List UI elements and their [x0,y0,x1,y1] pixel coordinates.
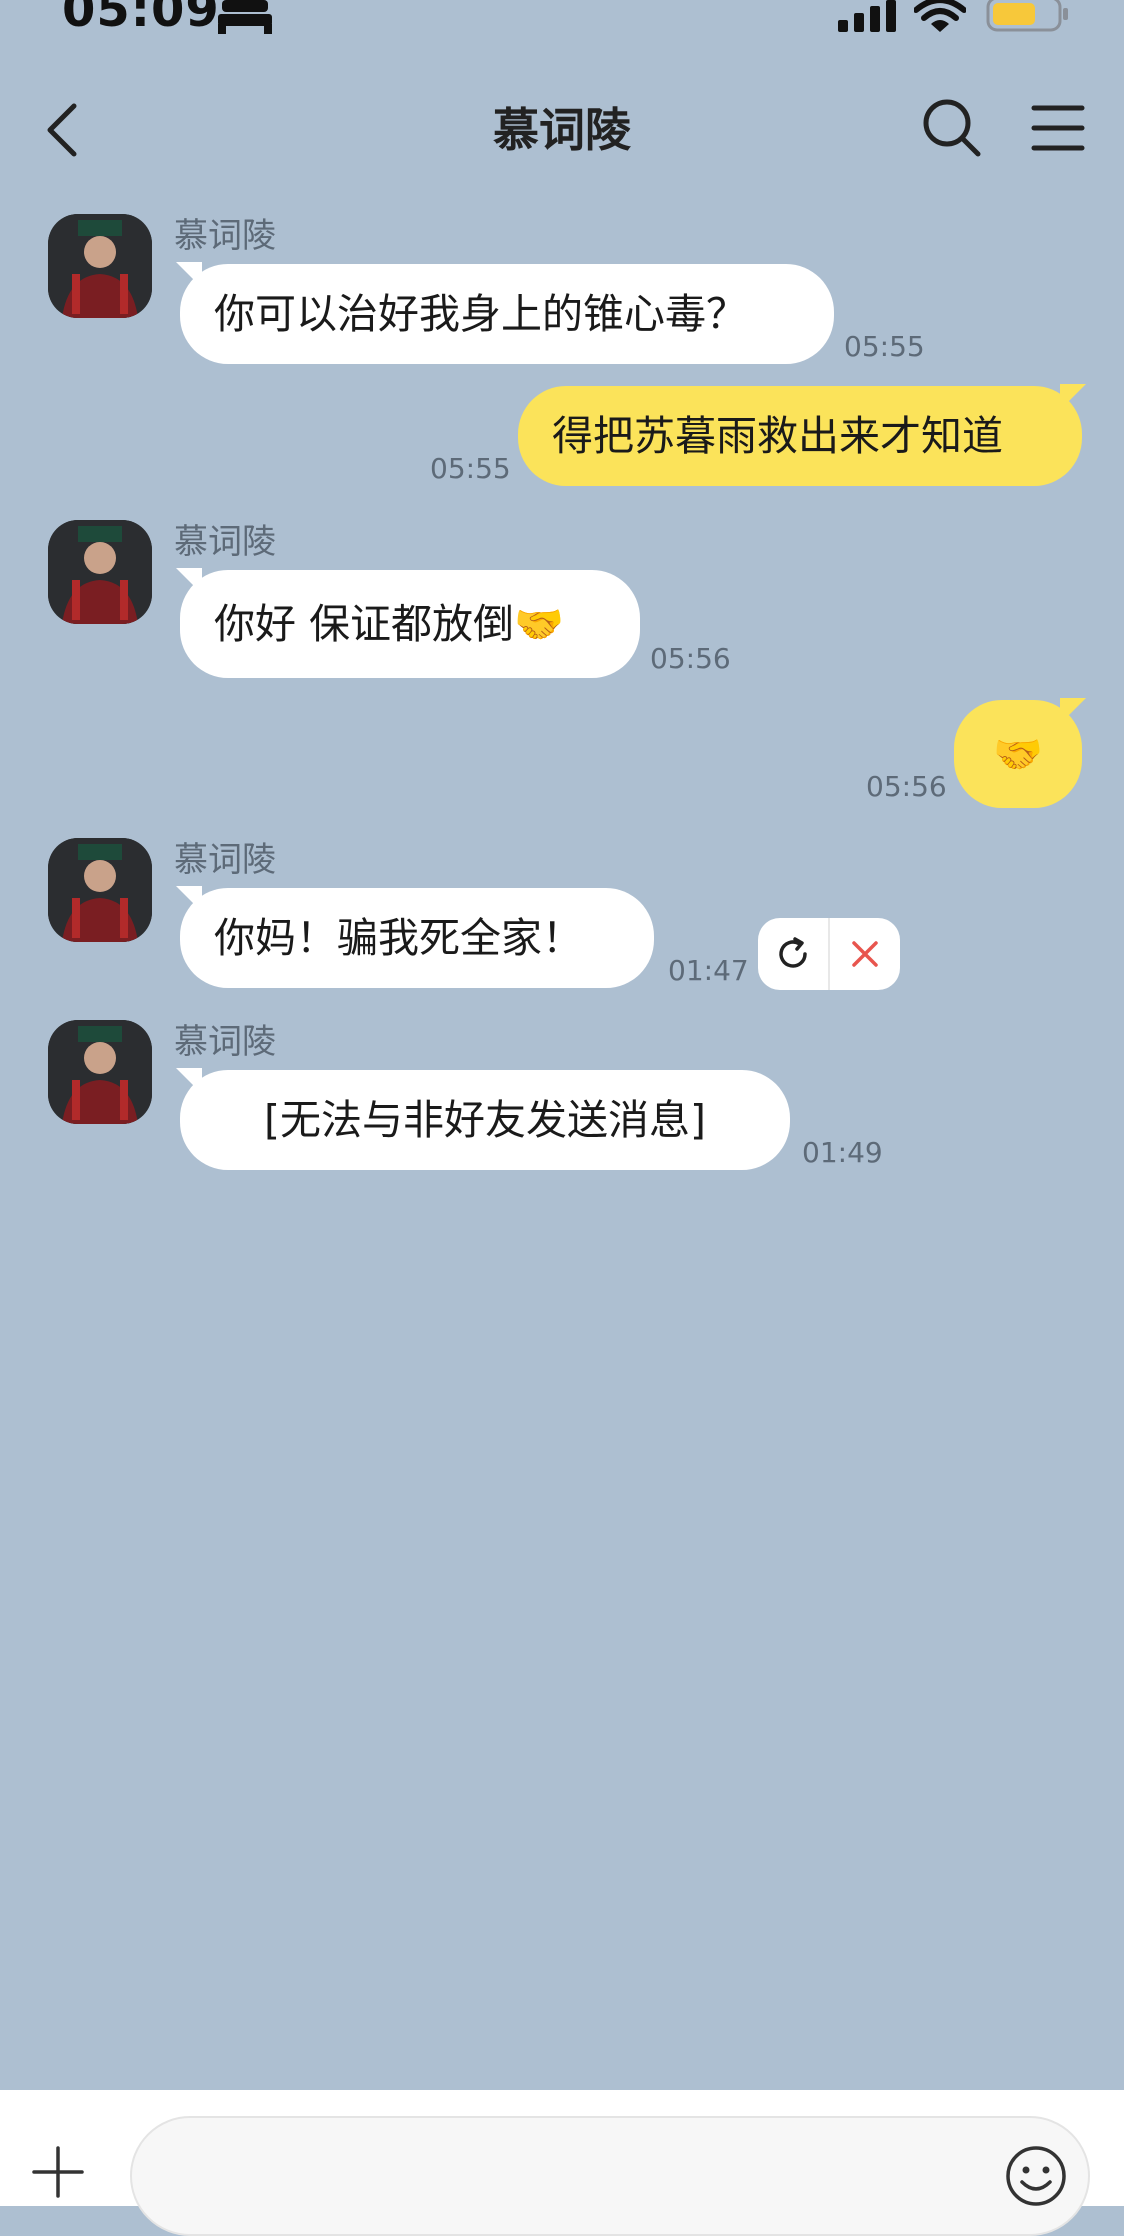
status-bar: 05:09 [0,0,1124,60]
message-time: 05:56 [866,770,947,803]
retry-icon [779,937,807,968]
avatar[interactable] [48,520,152,624]
sender-name: 慕词陵 [174,840,276,880]
avatar[interactable] [48,214,152,318]
close-icon [852,941,878,967]
signal-icon [838,0,896,32]
plus-icon[interactable] [32,2146,84,2198]
message-time: 01:47 [668,954,749,987]
message-bubble[interactable]: 你好 保证都放倒🤝 [176,568,640,678]
message-time: 01:49 [802,1136,883,1169]
message-bubble[interactable]: [无法与非好友发送消息] [176,1068,790,1170]
search-icon[interactable] [920,96,984,160]
message-bubble[interactable]: 你妈！骗我死全家！ [176,886,654,988]
sender-name: 慕词陵 [174,522,276,562]
wifi-icon [914,0,966,32]
sender-name: 慕词陵 [174,1022,276,1062]
avatar-image [48,838,152,942]
message-time: 05:55 [430,452,511,485]
message-text: 你可以治好我身上的锥心毒？ [214,290,747,338]
handshake-emoji: 🤝 [514,602,564,648]
battery-icon [986,0,1068,32]
send-failed-actions [758,918,900,990]
avatar-image [48,214,152,318]
bed-icon [218,0,272,34]
message-time: 05:55 [844,330,925,363]
chat-header: 慕词陵 [0,80,1124,180]
emoji-smile-icon[interactable] [1004,2144,1068,2208]
delete-failed-button[interactable] [830,918,900,990]
message-bubble[interactable]: 得把苏暮雨救出来才知道 [518,384,1086,486]
avatar-image [48,1020,152,1124]
avatar-image [48,520,152,624]
sender-name: 慕词陵 [174,216,276,256]
message-time: 05:56 [650,642,731,675]
message-bubble[interactable]: 你可以治好我身上的锥心毒？ [176,262,834,364]
status-time: 05:09 [62,0,220,38]
message-text: [无法与非好友发送消息] [264,1096,706,1144]
menu-icon[interactable] [1030,100,1086,156]
input-bar [0,2090,1124,2236]
handshake-emoji: 🤝 [993,732,1043,778]
resend-button[interactable] [758,918,830,990]
message-text: 你妈！骗我死全家！ [214,914,583,962]
message-input[interactable] [130,2116,1090,2236]
avatar[interactable] [48,1020,152,1124]
message-text: 你好 保证都放倒 [214,600,515,648]
message-text: 得把苏暮雨救出来才知道 [552,412,1003,460]
avatar[interactable] [48,838,152,942]
message-bubble[interactable]: 🤝 [954,698,1086,808]
